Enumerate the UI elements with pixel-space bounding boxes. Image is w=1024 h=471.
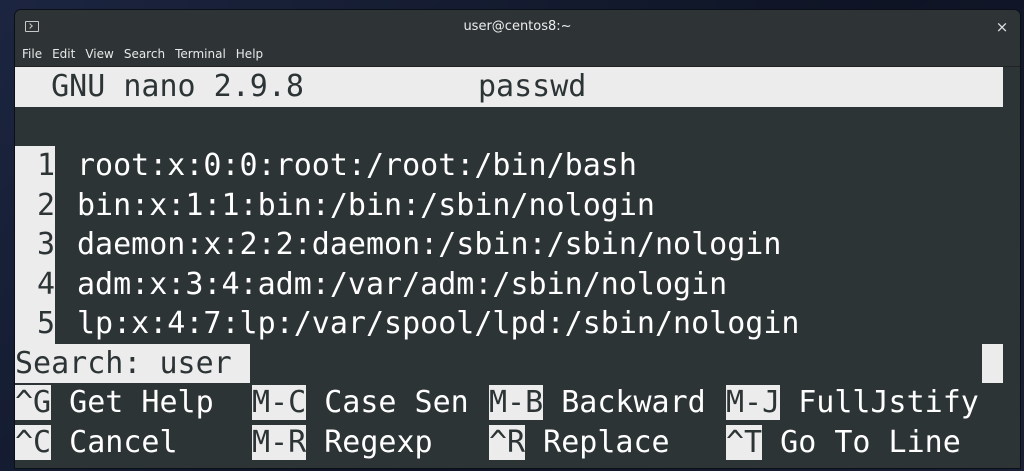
shortcut-label: Regexp	[306, 424, 433, 460]
search-input[interactable]: user	[160, 346, 232, 381]
shortcut-key: ^G	[15, 385, 52, 420]
line-text: adm:x:3:4:adm:/var/adm:/sbin/nologin	[77, 266, 728, 302]
file-line: 1 root:x:0:0:root:/root:/bin/bash	[15, 146, 637, 186]
shortcut-label: Replace	[525, 424, 670, 460]
shortcut-key: ^R	[489, 424, 526, 460]
search-prompt[interactable]: Search: user	[15, 343, 1003, 383]
shortcut-label: FullJstify	[780, 385, 979, 420]
search-label: Search:	[15, 345, 160, 381]
shortcut-cancel[interactable]: ^C Cancel	[15, 423, 252, 463]
nano-header: GNU nano 2.9.8 passwd	[15, 67, 1003, 107]
shortcut-full-justify[interactable]: M-J FullJstify	[726, 383, 1002, 423]
menu-file[interactable]: File	[15, 44, 47, 61]
shortcut-key: M-B	[489, 385, 544, 420]
shortcut-key: ^T	[726, 424, 763, 460]
shortcut-label: Case Sen	[306, 385, 469, 420]
line-text: bin:x:1:1:bin:/bin:/sbin/nologin	[77, 187, 655, 223]
close-icon[interactable]: ×	[993, 18, 1011, 36]
terminal-area[interactable]: GNU nano 2.9.8 passwd 1 root:x:0:0:root:/r…	[15, 67, 1020, 468]
title-bar[interactable]: user@centos8:~ ×	[15, 10, 1020, 44]
shortcut-go-to-line[interactable]: ^T Go To Line	[726, 423, 1002, 463]
menu-edit[interactable]: Edit	[47, 44, 80, 61]
text-cursor	[231, 343, 250, 383]
shortcut-key: M-C	[252, 385, 307, 420]
shortcut-key: ^C	[15, 424, 52, 460]
shortcut-label: Backward	[543, 385, 706, 420]
window-title: user@centos8:~	[463, 19, 572, 34]
menu-help[interactable]: Help	[231, 44, 268, 61]
line-number: 4	[15, 264, 55, 304]
shortcut-label: Get Help	[51, 385, 214, 420]
line-text: root:x:0:0:root:/root:/bin/bash	[77, 148, 637, 183]
terminal-window: user@centos8:~ × File Edit View Search Termi…	[15, 10, 1020, 468]
menu-terminal[interactable]: Terminal	[170, 44, 231, 61]
menu-bar: File Edit View Search Terminal Help	[15, 44, 1020, 67]
shortcut-bar-2: ^C Cancel M-R Regexp ^R Replace ^T Go To…	[15, 423, 1002, 463]
menu-search[interactable]: Search	[119, 44, 170, 61]
shortcut-label: Go To Line	[762, 424, 961, 460]
shortcut-key: M-R	[252, 424, 307, 460]
nano-version: GNU nano 2.9.8	[15, 69, 304, 104]
file-line: 5 lp:x:4:7:lp:/var/spool/lpd:/sbin/nologi…	[15, 304, 799, 344]
line-number: 2	[15, 185, 55, 225]
file-line: 3 daemon:x:2:2:daemon:/sbin:/sbin/nologin	[15, 225, 781, 265]
line-text: lp:x:4:7:lp:/var/spool/lpd:/sbin/nologin	[77, 306, 800, 341]
shortcut-bar-1: ^G Get Help M-C Case Sen M-B Backward M-…	[15, 383, 1002, 423]
shortcut-label: Cancel	[51, 424, 178, 460]
shortcut-key: M-J	[726, 385, 781, 420]
shortcut-regexp[interactable]: M-R Regexp	[252, 423, 489, 463]
nano-filename: passwd	[477, 69, 587, 104]
file-line: 2 bin:x:1:1:bin:/bin:/sbin/nologin	[15, 185, 655, 225]
shortcut-backward[interactable]: M-B Backward	[489, 383, 726, 423]
line-number: 3	[15, 225, 55, 265]
line-number: 5	[15, 304, 55, 344]
shortcut-get-help[interactable]: ^G Get Help	[15, 383, 252, 423]
menu-view[interactable]: View	[80, 44, 118, 61]
shortcut-case-sensitive[interactable]: M-C Case Sen	[252, 383, 489, 423]
file-line: 4 adm:x:3:4:adm:/var/adm:/sbin/nologin	[15, 264, 728, 304]
line-text: daemon:x:2:2:daemon:/sbin:/sbin/nologin	[77, 227, 782, 262]
line-number: 1	[15, 146, 55, 186]
shortcut-replace[interactable]: ^R Replace	[489, 423, 726, 463]
